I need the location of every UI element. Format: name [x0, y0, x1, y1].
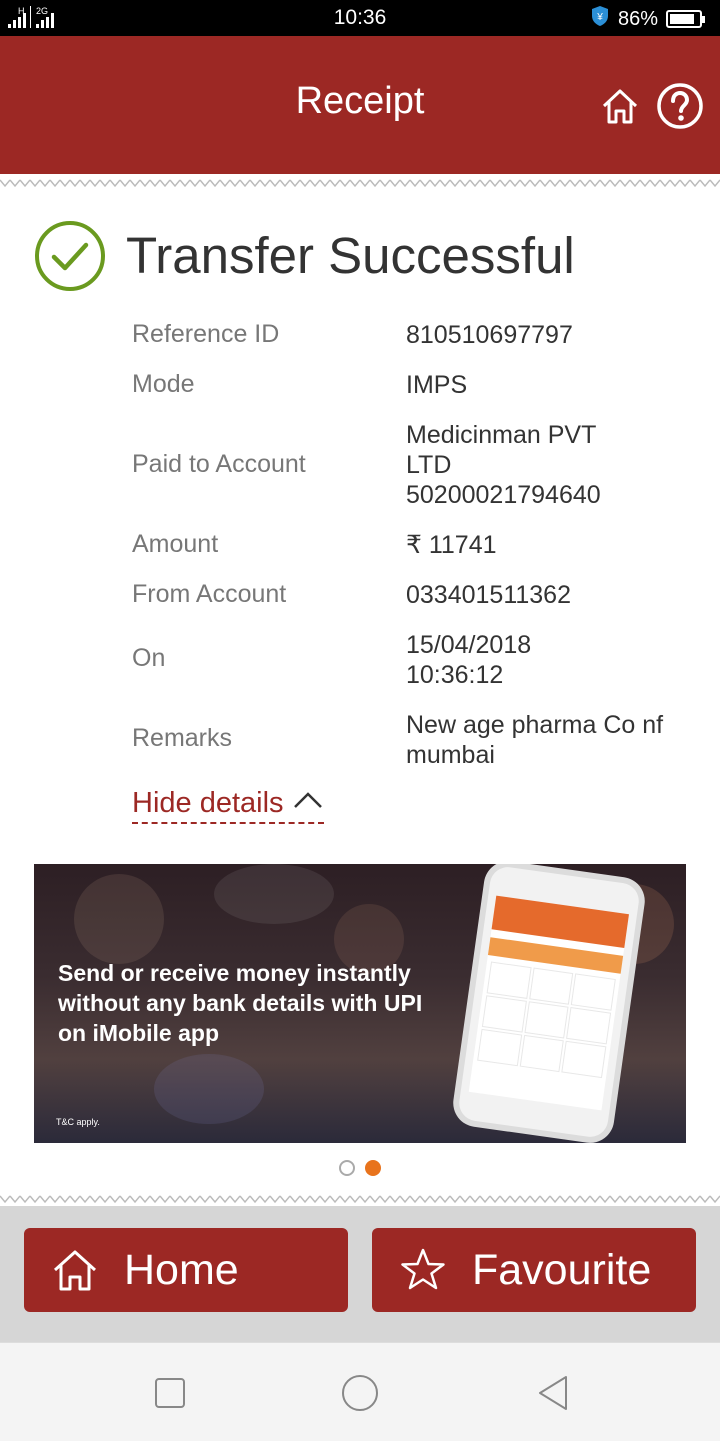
zigzag-divider: [0, 176, 720, 192]
mode-value: IMPS: [406, 371, 468, 399]
recents-icon[interactable]: [150, 1373, 190, 1413]
remarks-label: Remarks: [132, 724, 233, 752]
favourite-button[interactable]: Favourite: [372, 1228, 696, 1312]
favourite-button-label: Favourite: [472, 1245, 652, 1294]
mode-label: Mode: [132, 370, 195, 398]
remarks-value: New age pharma Co nf mumbai: [406, 711, 664, 769]
promo-banner[interactable]: Send or receive money instantly without …: [34, 864, 686, 1143]
amount-label: Amount: [132, 530, 219, 558]
help-icon[interactable]: [656, 82, 704, 130]
battery-percent: 86%: [617, 7, 658, 30]
hide-details-label: Hide details: [132, 786, 284, 819]
banner-terms: T&C apply.: [56, 1117, 100, 1127]
back-icon[interactable]: [534, 1373, 574, 1413]
svg-text:¥: ¥: [596, 12, 603, 23]
home-button[interactable]: Home: [24, 1228, 348, 1312]
phone-illustration: [456, 864, 642, 1140]
banner-headline: Send or receive money instantly without …: [58, 960, 423, 1046]
home-button-label: Home: [124, 1245, 239, 1294]
paid-to-account-label: Paid to Account: [132, 450, 306, 478]
app-header: Receipt: [0, 36, 720, 174]
amount-value: ₹ 11741: [406, 531, 497, 559]
chevron-up-icon: [292, 790, 324, 817]
reference-id-label: Reference ID: [132, 320, 280, 348]
hide-details-link[interactable]: Hide details: [132, 784, 324, 824]
system-nav-bar: [0, 1342, 720, 1441]
from-account-label: From Account: [132, 580, 287, 608]
footer-actions: Home Favourite: [0, 1206, 720, 1342]
transfer-status-title: Transfer Successful: [126, 227, 575, 284]
home-icon: [53, 1250, 97, 1291]
shield-icon: ¥: [590, 5, 610, 33]
reference-id-value: 810510697797: [406, 321, 573, 349]
date-label: On: [132, 644, 166, 672]
carousel-dot[interactable]: [339, 1160, 355, 1176]
carousel-dot[interactable]: [365, 1160, 381, 1176]
from-account-value: 033401511362: [406, 581, 571, 609]
star-icon: [401, 1248, 445, 1290]
home-nav-icon[interactable]: [340, 1373, 380, 1413]
date-value: 15/04/2018 10:36:12: [406, 631, 532, 689]
carousel-indicator: [0, 1160, 720, 1176]
home-icon[interactable]: [598, 84, 642, 128]
paid-to-account-value: Medicinman PVT LTD 50200021794640: [406, 421, 601, 509]
battery-icon: [666, 10, 705, 28]
checkmark-icon: [34, 220, 106, 292]
status-bar: H 2G 10:36 ¥ 86%: [0, 0, 720, 36]
battery-level: [670, 14, 694, 24]
